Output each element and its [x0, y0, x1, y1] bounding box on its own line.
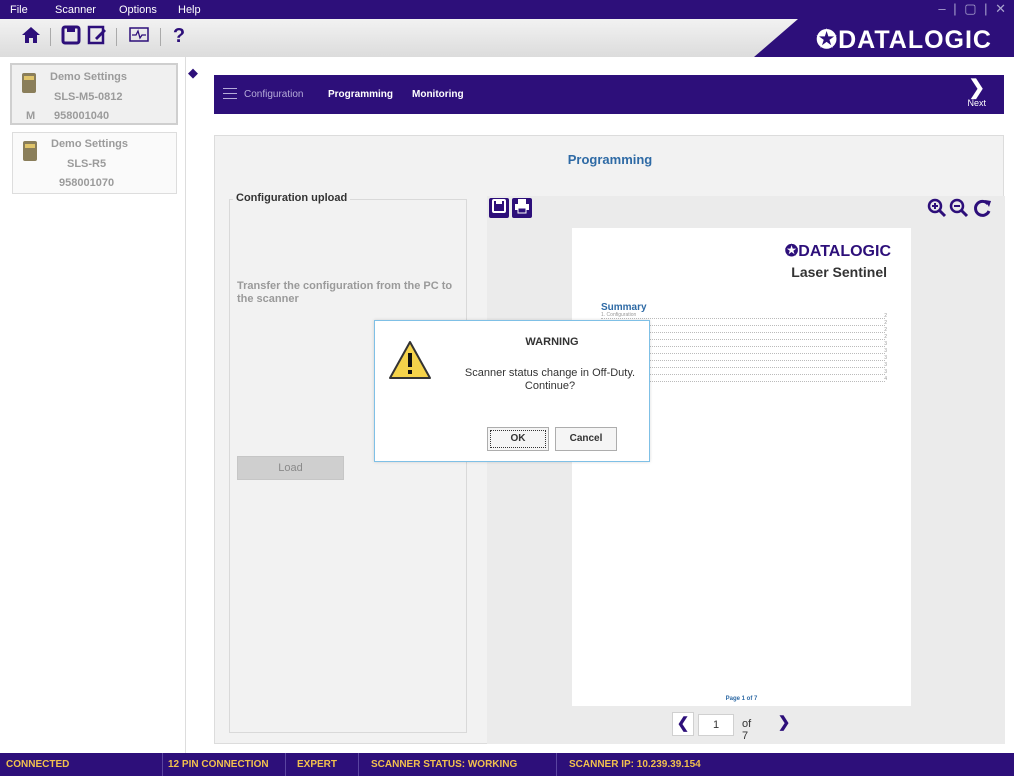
window-controls[interactable]: – | ▢ | ✕ [938, 1, 1008, 17]
menu-options[interactable]: Options [119, 4, 157, 16]
print-icon[interactable] [512, 198, 532, 218]
zoom-in-icon[interactable] [927, 198, 947, 218]
status-connected: CONNECTED [6, 759, 70, 770]
upload-title: Configuration upload [233, 192, 351, 204]
app-window: File Scanner Options Help – | ▢ | ✕ ? ✪D… [0, 0, 1014, 776]
status-scanner-ip: SCANNER IP: 10.239.39.154 [569, 759, 701, 770]
prev-page-button[interactable]: ❮ [672, 712, 694, 736]
home-icon[interactable] [20, 25, 42, 47]
next-page-button[interactable]: ❯ [773, 712, 795, 736]
tab-configuration[interactable]: Configuration [244, 89, 303, 100]
report-page-footer: Page 1 of 7 [725, 696, 758, 702]
status-scanner-status: SCANNER STATUS: WORKING [371, 759, 518, 770]
datalogic-logo: ✪DATALOGIC [816, 26, 992, 54]
device-model: SLS-M5-0812 [54, 91, 123, 103]
cancel-button[interactable]: Cancel [555, 427, 617, 451]
menu-file[interactable]: File [10, 4, 28, 16]
device-item-2[interactable]: Demo Settings SLS-R5 958001070 [12, 132, 177, 194]
device-list: Demo Settings SLS-M5-0812 M 958001040 De… [0, 57, 186, 753]
load-button[interactable]: Load [237, 456, 344, 480]
report-product: Laser Sentinel [791, 264, 887, 280]
device-model: SLS-R5 [67, 158, 107, 170]
menu-scanner[interactable]: Scanner [55, 4, 96, 16]
dialog-title: WARNING [525, 336, 579, 348]
device-badge: M [26, 110, 36, 122]
page-count: of 7 [742, 718, 752, 742]
upload-description: Transfer the configuration from the PC t… [237, 280, 453, 305]
scanner-icon [22, 73, 36, 93]
monitor-icon[interactable] [128, 25, 150, 47]
nav-bar: Configuration Programming Monitoring ❯ N… [214, 75, 1004, 114]
next-label: Next [967, 98, 986, 108]
ok-button[interactable]: OK [487, 427, 549, 451]
device-item-1[interactable]: Demo Settings SLS-M5-0812 M 958001040 [10, 63, 178, 125]
edit-document-icon[interactable] [86, 25, 108, 47]
scanner-icon [23, 141, 37, 161]
zoom-out-icon[interactable] [949, 198, 969, 218]
warning-dialog: WARNING Scanner status change in Off-Dut… [374, 320, 650, 462]
device-name: Demo Settings [51, 138, 129, 150]
status-pin-connection: 12 PIN CONNECTION [168, 759, 269, 770]
save-icon[interactable] [60, 25, 82, 47]
tab-programming[interactable]: Programming [328, 89, 393, 100]
next-button[interactable]: ❯ Next [967, 78, 986, 108]
chevron-right-icon: ❯ [968, 77, 986, 99]
report-page: ✪DATALOGIC Laser Sentinel Summary 1. Con… [572, 228, 911, 706]
menu-bar: File Scanner Options Help – | ▢ | ✕ [0, 0, 1014, 19]
device-serial: 958001040 [54, 110, 110, 122]
status-bar: CONNECTED 12 PIN CONNECTION EXPERT SCANN… [0, 753, 1014, 776]
hamburger-menu-icon[interactable] [223, 88, 237, 99]
refresh-icon[interactable] [973, 198, 993, 218]
collapse-panel-icon[interactable]: ◆ [188, 65, 198, 81]
page-number-input[interactable]: 1 [698, 714, 734, 736]
tab-monitoring[interactable]: Monitoring [412, 89, 464, 100]
status-mode: EXPERT [297, 759, 338, 770]
dialog-message: Scanner status change in Off-Duty. Conti… [464, 367, 636, 392]
menu-help[interactable]: Help [178, 4, 201, 16]
page-title: Programming [567, 152, 653, 167]
device-serial: 958001070 [59, 177, 115, 189]
device-name: Demo Settings [50, 71, 128, 83]
warning-icon [387, 339, 433, 386]
report-logo: ✪DATALOGIC [784, 243, 891, 260]
help-icon[interactable]: ? [168, 25, 190, 47]
report-preview: ✪DATALOGIC Laser Sentinel Summary 1. Con… [487, 196, 1005, 744]
pdf-save-icon[interactable] [489, 198, 509, 218]
